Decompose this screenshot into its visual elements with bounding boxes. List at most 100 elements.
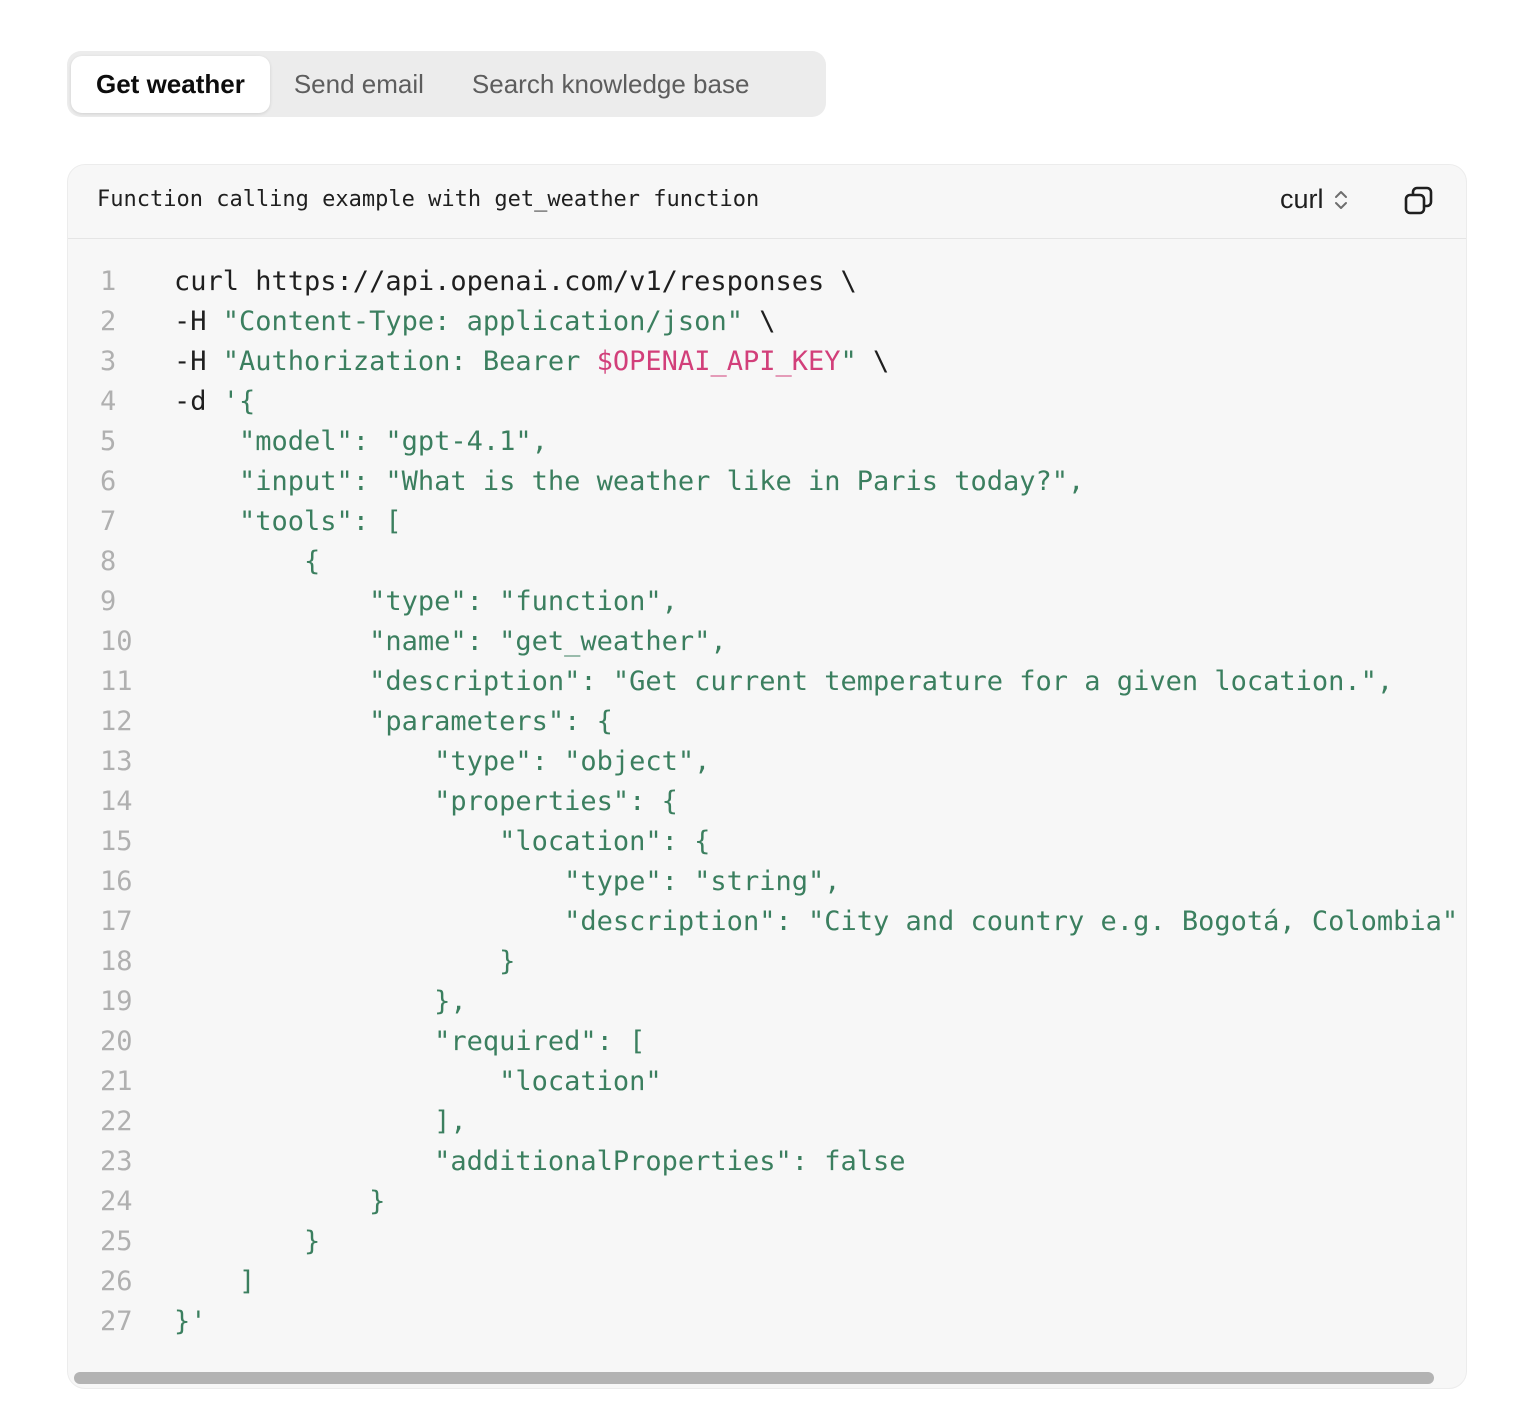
- code-token: "model": "gpt-4.1",: [174, 426, 548, 457]
- code-token: }: [174, 1186, 386, 1217]
- line-number: 17: [100, 906, 133, 937]
- code-token: -H: [174, 346, 223, 377]
- code-text: "type": "object",: [174, 742, 710, 782]
- code-token: }: [174, 1226, 321, 1257]
- line-number: 4: [100, 386, 117, 417]
- line-number: 7: [100, 506, 117, 537]
- line-number: 6: [100, 466, 117, 497]
- code-token: -d: [174, 386, 223, 417]
- code-line: 16 "type": "string",: [68, 862, 1466, 902]
- code-line: 21 "location": [68, 1062, 1466, 1102]
- code-token: "type": "function",: [174, 586, 678, 617]
- code-token: curl https://api.openai.com/v1/responses…: [174, 266, 857, 297]
- function-example-tabs: Get weather Send email Search knowledge …: [67, 51, 826, 117]
- line-number: 11: [100, 666, 133, 697]
- line-number: 22: [100, 1106, 133, 1137]
- code-text: },: [174, 982, 467, 1022]
- code-text: "description": "City and country e.g. Bo…: [174, 902, 1458, 942]
- code-content: 1 curl https://api.openai.com/v1/response…: [68, 262, 1466, 1342]
- code-token: "parameters": {: [174, 706, 613, 737]
- line-number: 24: [100, 1186, 133, 1217]
- code-text: "location": {: [174, 822, 710, 862]
- code-line: 17 "description": "City and country e.g.…: [68, 902, 1466, 942]
- code-token: "location": {: [174, 826, 711, 857]
- chevron-up-down-icon: [1334, 188, 1348, 212]
- code-token: "location": [174, 1066, 662, 1097]
- code-line: 7 "tools": [: [68, 502, 1466, 542]
- code-token: ],: [174, 1106, 467, 1137]
- code-token: }': [174, 1306, 207, 1337]
- code-token: "name": "get_weather",: [174, 626, 727, 657]
- code-line: 20 "required": [: [68, 1022, 1466, 1062]
- code-line: 1 curl https://api.openai.com/v1/response…: [68, 262, 1466, 302]
- code-line: 27 }': [68, 1302, 1466, 1342]
- tab-search-knowledge-base[interactable]: Search knowledge base: [448, 56, 774, 113]
- code-text: "name": "get_weather",: [174, 622, 727, 662]
- line-number: 12: [100, 706, 133, 737]
- code-line: 22 ],: [68, 1102, 1466, 1142]
- code-line: 14 "properties": {: [68, 782, 1466, 822]
- code-text: "parameters": {: [174, 702, 613, 742]
- code-line: 13 "type": "object",: [68, 742, 1466, 782]
- code-token: $OPENAI_API_KEY: [596, 346, 841, 377]
- code-line: 26 ]: [68, 1262, 1466, 1302]
- code-token: "properties": {: [174, 786, 678, 817]
- code-text: "type": "string",: [174, 862, 840, 902]
- line-number: 5: [100, 426, 117, 457]
- code-text: -d '{: [174, 382, 255, 422]
- code-token: "additionalProperties": false: [174, 1146, 906, 1177]
- code-text: "description": "Get current temperature …: [174, 662, 1393, 702]
- code-line: 4 -d '{: [68, 382, 1466, 422]
- code-line: 10 "name": "get_weather",: [68, 622, 1466, 662]
- code-text: "location": [174, 1062, 662, 1102]
- code-text: "input": "What is the weather like in Pa…: [174, 462, 1084, 502]
- code-line: 11 "description": "Get current temperatu…: [68, 662, 1466, 702]
- line-number: 3: [100, 346, 117, 377]
- copy-button[interactable]: [1403, 185, 1435, 217]
- code-line: 19 },: [68, 982, 1466, 1022]
- code-text: "model": "gpt-4.1",: [174, 422, 548, 462]
- code-token: ": [840, 346, 857, 377]
- code-text: curl https://api.openai.com/v1/responses…: [174, 262, 857, 302]
- code-text: "properties": {: [174, 782, 678, 822]
- line-number: 15: [100, 826, 133, 857]
- code-block-header: Function calling example with get_weathe…: [68, 165, 1466, 239]
- code-token: },: [174, 986, 467, 1017]
- code-text: "additionalProperties": false: [174, 1142, 906, 1182]
- code-line: 6 "input": "What is the weather like in …: [68, 462, 1466, 502]
- code-text: }: [174, 942, 515, 982]
- code-text: -H "Authorization: Bearer $OPENAI_API_KE…: [174, 342, 889, 382]
- code-token: "input": "What is the weather like in Pa…: [174, 466, 1085, 497]
- line-number: 8: [100, 546, 117, 577]
- code-text: ]: [174, 1262, 255, 1302]
- line-number: 23: [100, 1146, 133, 1177]
- line-number: 14: [100, 786, 133, 817]
- code-line: 15 "location": {: [68, 822, 1466, 862]
- code-line: 2 -H "Content-Type: application/json" \: [68, 302, 1466, 342]
- line-number: 13: [100, 746, 133, 777]
- code-line: 25 }: [68, 1222, 1466, 1262]
- line-number: 27: [100, 1306, 133, 1337]
- horizontal-scrollbar[interactable]: [74, 1372, 1434, 1384]
- line-number: 9: [100, 586, 117, 617]
- code-token: \: [742, 306, 776, 337]
- tab-send-email[interactable]: Send email: [270, 56, 448, 113]
- line-number: 10: [100, 626, 133, 657]
- code-token: "Authorization: Bearer: [222, 346, 597, 377]
- code-line: 8 {: [68, 542, 1466, 582]
- code-token: "type": "object",: [174, 746, 711, 777]
- code-token: "description": "City and country e.g. Bo…: [174, 906, 1459, 937]
- code-line: 3 -H "Authorization: Bearer $OPENAI_API_K…: [68, 342, 1466, 382]
- line-number: 2: [100, 306, 117, 337]
- code-token: {: [174, 546, 321, 577]
- language-select[interactable]: curl: [1280, 184, 1348, 215]
- code-token: "Content-Type: application/json": [222, 306, 743, 337]
- line-number: 26: [100, 1266, 133, 1297]
- code-token: "description": "Get current temperature …: [174, 666, 1394, 697]
- code-text: ],: [174, 1102, 467, 1142]
- line-number: 16: [100, 866, 133, 897]
- tab-get-weather[interactable]: Get weather: [71, 55, 270, 113]
- code-token: \: [856, 346, 890, 377]
- code-token: "required": [: [174, 1026, 646, 1057]
- code-line: 18 }: [68, 942, 1466, 982]
